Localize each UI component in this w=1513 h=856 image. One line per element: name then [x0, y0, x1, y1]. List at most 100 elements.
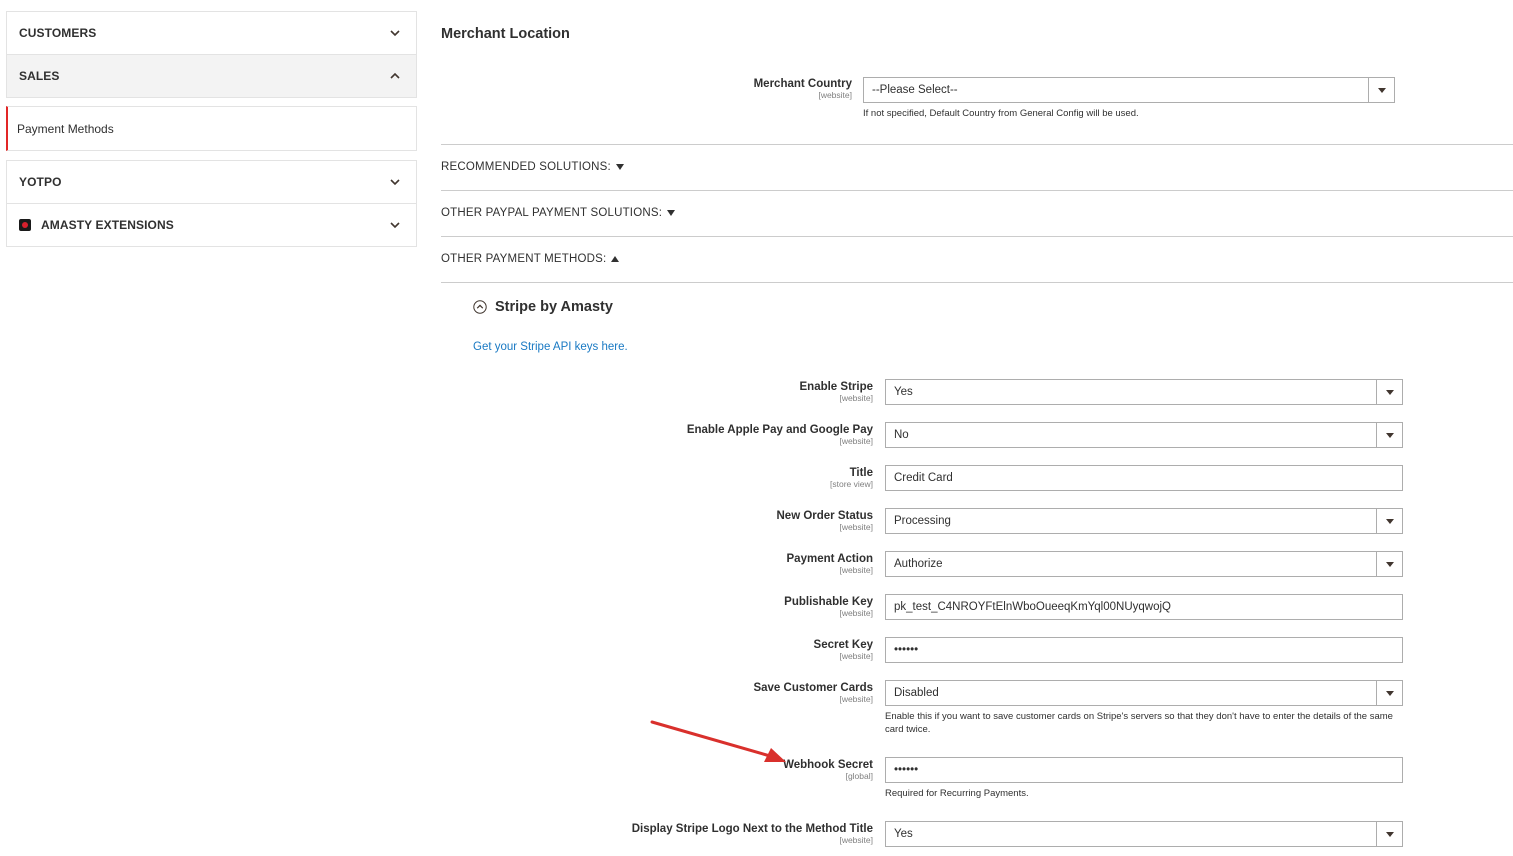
toggle-label: OTHER PAYPAL PAYMENT SOLUTIONS: — [441, 207, 663, 219]
field-label: Secret Key — [813, 639, 873, 651]
sidebar-section-yotpo[interactable]: YOTPO — [6, 160, 417, 204]
divider — [441, 236, 1513, 237]
sidebar-item-payment-methods[interactable]: Payment Methods — [6, 106, 417, 151]
field-scope: [website] — [839, 522, 873, 532]
input-value: pk_test_C4NROYFtElnWboOueeqKmYql00NUyqwo… — [894, 601, 1171, 613]
field-label: Save Customer Cards — [753, 682, 873, 694]
toggle-other-paypal-solutions[interactable]: OTHER PAYPAL PAYMENT SOLUTIONS: — [441, 207, 676, 219]
collapse-circle-icon — [473, 300, 487, 314]
field-scope: [website] — [818, 90, 852, 100]
merchant-country-note: If not specified, Default Country from G… — [863, 108, 1139, 119]
chevron-down-icon — [388, 218, 402, 232]
select-value: Authorize — [894, 558, 943, 570]
toggle-other-payment-methods[interactable]: OTHER PAYMENT METHODS: — [441, 253, 620, 265]
sidebar-section-customers-header[interactable]: CUSTOMERS — [7, 12, 416, 54]
field-scope: [website] — [839, 393, 873, 403]
publishable-key-input[interactable]: pk_test_C4NROYFtElnWboOueeqKmYql00NUyqwo… — [885, 594, 1403, 620]
secret-key-label: Secret Key [website] — [621, 639, 873, 661]
title-label: Title [store view] — [621, 467, 873, 489]
merchant-country-label: Merchant Country [website] — [671, 78, 852, 100]
dropdown-arrow-icon — [1376, 681, 1402, 705]
sidebar-section-sales-header[interactable]: SALES — [7, 55, 416, 97]
field-label: Webhook Secret — [783, 759, 873, 771]
chevron-down-icon — [388, 175, 402, 189]
section-title-merchant-location: Merchant Location — [441, 26, 570, 42]
field-label: Enable Apple Pay and Google Pay — [686, 424, 873, 436]
sidebar-section-label: SALES — [19, 69, 60, 83]
field-label: Enable Stripe — [799, 381, 874, 393]
sidebar-section-amasty[interactable]: AMASTY EXTENSIONS — [6, 204, 417, 247]
chevron-up-icon — [388, 69, 402, 83]
field-scope: [website] — [839, 436, 873, 446]
caret-down-icon — [615, 164, 624, 170]
field-label: Display Stripe Logo Next to the Method T… — [631, 823, 873, 835]
select-value: Disabled — [894, 687, 939, 699]
config-sidebar: CUSTOMERS SALES Payment Methods YOTPO AM… — [6, 11, 417, 247]
save-customer-cards-label: Save Customer Cards [website] — [621, 682, 873, 704]
enable-stripe-label: Enable Stripe [website] — [621, 381, 874, 403]
sidebar-section-amasty-header[interactable]: AMASTY EXTENSIONS — [7, 204, 416, 246]
display-stripe-logo-label: Display Stripe Logo Next to the Method T… — [571, 823, 873, 845]
dropdown-arrow-icon — [1376, 380, 1402, 404]
title-input[interactable]: Credit Card — [885, 465, 1403, 491]
publishable-key-label: Publishable Key [website] — [621, 596, 873, 618]
dropdown-arrow-icon — [1368, 78, 1394, 102]
stripe-api-keys-link[interactable]: Get your Stripe API keys here. — [473, 341, 628, 353]
dropdown-arrow-icon — [1376, 423, 1402, 447]
new-order-status-label: New Order Status [website] — [621, 510, 874, 532]
select-value: No — [894, 429, 909, 441]
chevron-down-icon — [388, 26, 402, 40]
new-order-status-select[interactable]: Processing — [885, 508, 1403, 534]
field-scope: [website] — [839, 608, 873, 618]
merchant-country-select[interactable]: --Please Select-- — [863, 77, 1395, 103]
field-scope: [website] — [839, 565, 873, 575]
dropdown-arrow-icon — [1376, 822, 1402, 846]
enable-apple-google-pay-select[interactable]: No — [885, 422, 1403, 448]
sidebar-section-yotpo-header[interactable]: YOTPO — [7, 161, 416, 203]
toggle-label: RECOMMENDED SOLUTIONS: — [441, 161, 611, 173]
divider — [441, 190, 1513, 191]
amasty-logo-icon — [19, 219, 31, 231]
input-value: Credit Card — [894, 472, 953, 484]
dropdown-arrow-icon — [1376, 552, 1402, 576]
input-value: •••••• — [894, 764, 919, 776]
toggle-recommended-solutions[interactable]: RECOMMENDED SOLUTIONS: — [441, 161, 624, 173]
field-scope: [global] — [845, 771, 873, 781]
sidebar-section-label: CUSTOMERS — [19, 26, 97, 40]
field-label: New Order Status — [776, 510, 874, 522]
payment-action-label: Payment Action [website] — [621, 553, 873, 575]
divider — [441, 144, 1513, 145]
caret-down-icon — [667, 210, 676, 216]
field-scope: [website] — [839, 694, 873, 704]
field-label: Title — [849, 467, 873, 479]
field-label: Publishable Key — [784, 596, 873, 608]
stripe-group-header[interactable]: Stripe by Amasty — [473, 299, 613, 315]
secret-key-input[interactable]: •••••• — [885, 637, 1403, 663]
field-label: Merchant Country — [753, 78, 852, 90]
sidebar-item-label: Payment Methods — [17, 121, 114, 136]
save-customer-cards-note: Enable this if you want to save customer… — [885, 711, 1393, 735]
display-stripe-logo-select[interactable]: Yes — [885, 821, 1403, 847]
webhook-secret-note: Required for Recurring Payments. — [885, 788, 1029, 799]
sidebar-section-sales[interactable]: SALES — [6, 55, 417, 98]
dropdown-arrow-icon — [1376, 509, 1402, 533]
enable-apple-google-pay-label: Enable Apple Pay and Google Pay [website… — [621, 424, 873, 446]
field-scope: [store view] — [830, 479, 873, 489]
sidebar-section-customers[interactable]: CUSTOMERS — [6, 11, 417, 55]
enable-stripe-select[interactable]: Yes — [885, 379, 1403, 405]
divider — [441, 282, 1513, 283]
input-value: •••••• — [894, 644, 919, 656]
stripe-group-title: Stripe by Amasty — [495, 299, 613, 315]
toggle-label: OTHER PAYMENT METHODS: — [441, 253, 607, 265]
field-scope: [website] — [839, 651, 873, 661]
field-scope: [website] — [839, 835, 873, 845]
select-value: --Please Select-- — [872, 84, 958, 96]
webhook-secret-input[interactable]: •••••• — [885, 757, 1403, 783]
payment-action-select[interactable]: Authorize — [885, 551, 1403, 577]
annotation-arrow-icon — [650, 720, 786, 762]
sidebar-section-label: AMASTY EXTENSIONS — [41, 218, 174, 232]
field-label: Payment Action — [786, 553, 873, 565]
caret-up-icon — [611, 256, 620, 262]
save-customer-cards-select[interactable]: Disabled — [885, 680, 1403, 706]
select-value: Yes — [894, 386, 913, 398]
